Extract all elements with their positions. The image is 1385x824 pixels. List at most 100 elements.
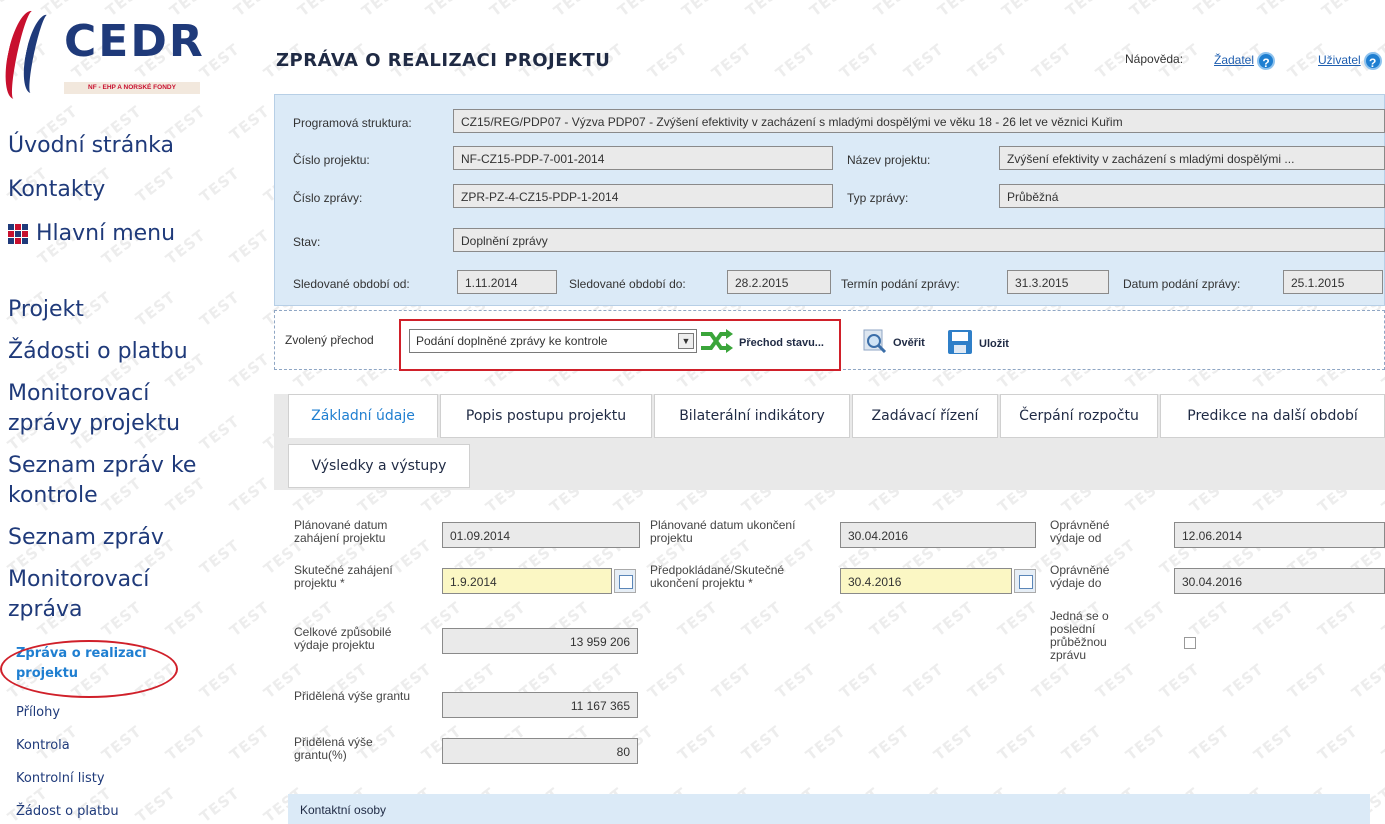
actual-end-input[interactable]: 30.4.2016	[840, 568, 1012, 594]
help-user[interactable]: Uživatel?	[1318, 52, 1382, 70]
submitted-field: 25.1.2015	[1283, 270, 1383, 294]
logo-subtitle: NF - EHP A NORSKÉ FONDY	[64, 82, 200, 94]
verify-button[interactable]: Ověřit	[863, 329, 925, 356]
total-cost-label: Celkové způsobilé výdaje projektu	[294, 625, 392, 652]
project-name-label: Název projektu:	[847, 153, 931, 167]
save-button[interactable]: Uložit	[947, 329, 1009, 358]
nav-payment-requests[interactable]: Žádosti o platbu	[8, 338, 188, 366]
project-no-label: Číslo projektu:	[293, 153, 370, 167]
planned-start-field: 01.09.2014	[442, 522, 640, 548]
highlight-circle	[0, 640, 178, 698]
program-field: CZ15/REG/PDP07 - Výzva PDP07 - Zvýšení e…	[453, 109, 1385, 133]
total-cost-field: 13 959 206	[442, 628, 638, 654]
page-title: ZPRÁVA O REALIZACI PROJEKTU	[276, 50, 611, 71]
verify-button-label: Ověřit	[893, 336, 925, 349]
subnav-checklists[interactable]: Kontrolní listy	[16, 771, 105, 786]
planned-end-label: Plánované datum ukončení projektu	[650, 518, 796, 545]
help-label: Nápověda:	[1125, 52, 1184, 66]
last-report-label: Jedná se o poslední průběžnou zprávu	[1050, 609, 1109, 662]
nav-home[interactable]: Úvodní stránka	[8, 132, 174, 160]
tab-bilateral-indicators[interactable]: Bilaterální indikátory	[654, 394, 850, 438]
tab-forecast[interactable]: Predikce na další období	[1160, 394, 1385, 438]
state-field: Doplnění zprávy	[453, 228, 1385, 252]
tab-results-outputs[interactable]: Výsledky a výstupy	[288, 444, 470, 488]
nav-main-menu-label: Hlavní menu	[36, 221, 176, 246]
tab-procurement[interactable]: Zadávací řízení	[852, 394, 998, 438]
tab-basic-info[interactable]: Základní údaje	[288, 394, 438, 438]
tabs-bar: Základní údaje Popis postupu projektu Bi…	[274, 394, 1385, 490]
nav-reports-for-control-line1[interactable]: Seznam zpráv ke	[8, 452, 196, 480]
eligible-from-label: Oprávněné výdaje od	[1050, 518, 1110, 545]
planned-start-label: Plánované datum zahájení projektu	[294, 518, 388, 545]
help-user-link[interactable]: Uživatel	[1318, 53, 1361, 67]
grant-field: 11 167 365	[442, 692, 638, 718]
period-to-label: Sledované období do:	[569, 277, 686, 291]
nav-monitoring-report-line1[interactable]: Monitorovací	[8, 566, 149, 594]
grant-label: Přidělená výše grantu	[294, 689, 411, 703]
eligible-to-label: Oprávněné výdaje do	[1050, 563, 1110, 590]
chevron-down-icon[interactable]: ▼	[678, 333, 694, 349]
actual-start-input[interactable]: 1.9.2014	[442, 568, 612, 594]
eligible-from-field: 12.06.2014	[1174, 522, 1385, 548]
sidebar: CEDR NF - EHP A NORSKÉ FONDY Úvodní strá…	[0, 0, 270, 824]
state-label: Stav:	[293, 235, 321, 249]
floppy-disk-icon	[947, 329, 973, 358]
shuffle-arrows-icon	[699, 329, 733, 356]
report-type-label: Typ zprávy:	[847, 191, 909, 205]
transition-label: Zvolený přechod	[285, 333, 374, 347]
period-to-field: 28.2.2015	[727, 270, 831, 294]
help-applicant[interactable]: Žadatel?	[1214, 52, 1276, 70]
actual-start-label: Skutečné zahájení projektu *	[294, 563, 393, 590]
nav-monitoring-reports-line2[interactable]: zprávy projektu	[8, 410, 180, 438]
nav-contacts[interactable]: Kontakty	[8, 176, 105, 204]
basic-info-form: Plánované datum zahájení projektu 01.09.…	[274, 490, 1385, 824]
report-no-label: Číslo zprávy:	[293, 191, 363, 205]
help-applicant-icon[interactable]: ?	[1257, 52, 1276, 70]
magnifier-icon	[863, 329, 887, 356]
project-name-field: Zvýšení efektivity v zacházení s mladými…	[999, 146, 1385, 170]
main-content: ZPRÁVA O REALIZACI PROJEKTU Nápověda: Ža…	[272, 0, 1385, 824]
contacts-section-header[interactable]: Kontaktní osoby	[288, 794, 1370, 824]
actual-start-calendar-icon[interactable]	[614, 569, 636, 593]
report-no-field: ZPR-PZ-4-CZ15-PDP-1-2014	[453, 184, 833, 208]
transition-select[interactable]: Podání doplněné zprávy ke kontrole ▼	[409, 329, 697, 353]
planned-end-field: 30.04.2016	[840, 522, 1036, 548]
program-label: Programová struktura:	[293, 116, 412, 130]
nav-reports-for-control-line2[interactable]: kontrole	[8, 482, 98, 510]
cedr-logo[interactable]: CEDR NF - EHP A NORSKÉ FONDY	[0, 4, 205, 103]
save-button-label: Uložit	[979, 337, 1009, 350]
period-from-label: Sledované období od:	[293, 277, 410, 291]
action-toolbar: Zvolený přechod Podání doplněné zprávy k…	[274, 310, 1385, 371]
nav-report-list[interactable]: Seznam zpráv	[8, 524, 164, 552]
subnav-control[interactable]: Kontrola	[16, 738, 70, 753]
transition-select-value: Podání doplněné zprávy ke kontrole	[416, 334, 608, 348]
main-menu-grid-icon	[8, 224, 28, 244]
actual-end-calendar-icon[interactable]	[1014, 569, 1036, 593]
logo-text: CEDR	[64, 16, 205, 67]
help-user-icon[interactable]: ?	[1363, 52, 1382, 70]
nav-monitoring-report-line2[interactable]: zpráva	[8, 596, 83, 624]
report-type-field: Průběžná	[999, 184, 1385, 208]
submitted-label: Datum podání zprávy:	[1123, 277, 1241, 291]
deadline-field: 31.3.2015	[1007, 270, 1109, 294]
nav-main-menu[interactable]: Hlavní menu	[8, 220, 175, 248]
grant-pct-field: 80	[442, 738, 638, 764]
subnav-payment-request[interactable]: Žádost o platbu	[16, 804, 119, 819]
period-from-field: 1.11.2014	[457, 270, 557, 294]
help-bar: Nápověda:	[1125, 52, 1183, 66]
deadline-label: Termín podání zprávy:	[841, 277, 960, 291]
tab-budget-drawdown[interactable]: Čerpání rozpočtu	[1000, 394, 1158, 438]
tab-project-progress[interactable]: Popis postupu projektu	[440, 394, 652, 438]
nav-project[interactable]: Projekt	[8, 296, 84, 324]
grant-pct-label: Přidělená výše grantu(%)	[294, 735, 373, 762]
nav-monitoring-reports-line1[interactable]: Monitorovací	[8, 380, 149, 408]
eligible-to-field: 30.04.2016	[1174, 568, 1385, 594]
actual-end-label: Předpokládané/Skutečné ukončení projektu…	[650, 563, 785, 590]
transition-button-label: Přechod stavu...	[739, 336, 824, 349]
help-applicant-link[interactable]: Žadatel	[1214, 53, 1254, 67]
project-no-field: NF-CZ15-PDP-7-001-2014	[453, 146, 833, 170]
report-summary-panel: Programová struktura: CZ15/REG/PDP07 - V…	[274, 94, 1385, 306]
transition-button[interactable]: Přechod stavu...	[699, 329, 824, 356]
last-report-checkbox[interactable]	[1184, 637, 1196, 649]
subnav-attachments[interactable]: Přílohy	[16, 705, 60, 720]
